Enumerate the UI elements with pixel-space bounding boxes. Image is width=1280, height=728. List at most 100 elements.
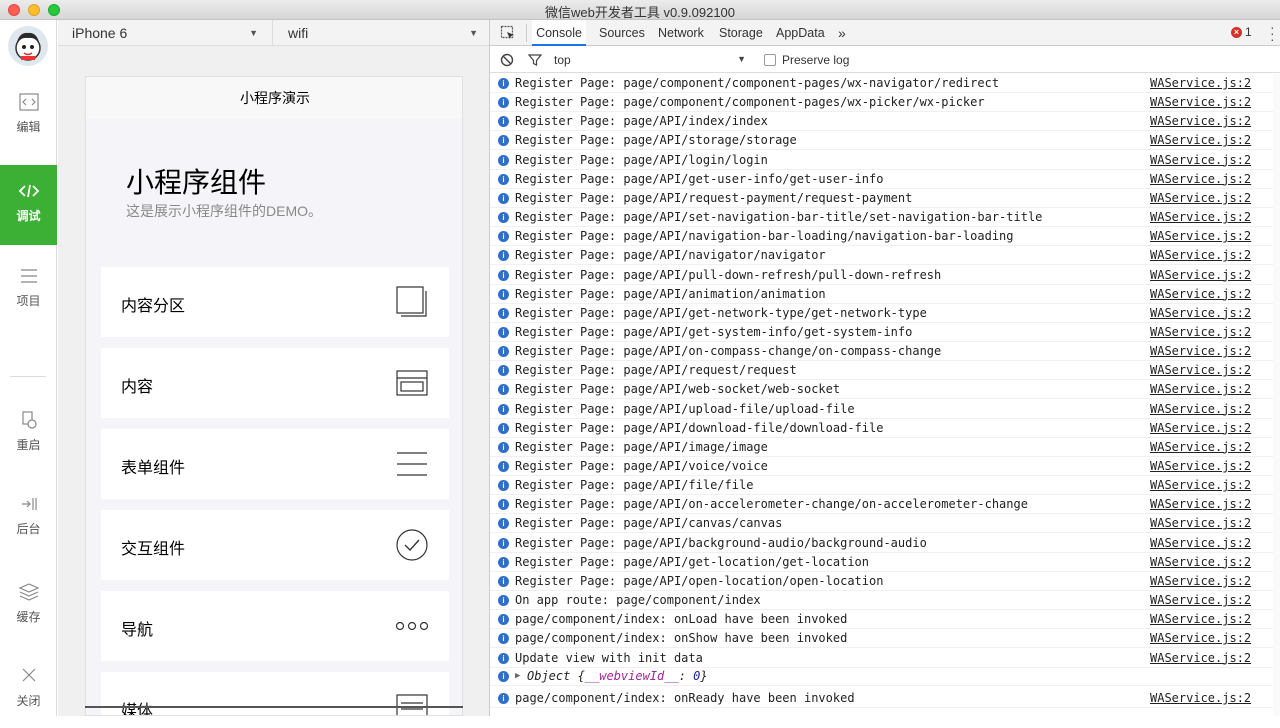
log-row: i Register Page: page/API/request/request… (490, 361, 1280, 381)
sidebar-item-close[interactable]: 关闭 (0, 658, 57, 728)
log-source-link[interactable]: WAService.js:2 (1150, 476, 1251, 495)
log-row: i Register Page: page/API/file/file WAServ… (490, 476, 1280, 496)
log-source-link[interactable]: WAService.js:2 (1150, 131, 1251, 150)
tab-appdata[interactable]: AppData (776, 20, 825, 46)
sidebar-item-edit[interactable]: 编辑 (0, 84, 57, 154)
log-source-link[interactable]: WAService.js:2 (1150, 285, 1251, 304)
background-icon (21, 498, 37, 510)
avatar[interactable] (8, 26, 48, 66)
info-icon: i (498, 441, 509, 453)
info-icon: i (498, 307, 509, 319)
info-icon: i (498, 231, 509, 243)
tab-storage[interactable]: Storage (719, 20, 763, 46)
log-source-link[interactable]: WAService.js:2 (1150, 112, 1251, 131)
log-row: i Register Page: page/API/get-user-info/g… (490, 170, 1280, 189)
log-source-link[interactable]: WAService.js:2 (1150, 361, 1251, 380)
log-source-link[interactable]: WAService.js:2 (1150, 572, 1251, 591)
media-icon (396, 694, 428, 715)
inspect-icon[interactable] (500, 25, 516, 41)
log-source-link[interactable]: WAService.js:2 (1150, 208, 1251, 227)
component-card[interactable]: 表单组件 (101, 429, 449, 499)
network-select[interactable]: wifi ▼ (288, 20, 478, 46)
phone-nav-title: 小程序演示 (86, 77, 462, 119)
log-message: Register Page: page/API/request-payment/… (515, 190, 913, 205)
log-row: i Register Page: page/API/animation/anima… (490, 285, 1280, 304)
sidebar-item-project[interactable]: 项目 (0, 258, 57, 328)
log-source-link[interactable]: WAService.js:2 (1150, 227, 1251, 246)
device-select[interactable]: iPhone 6 ▼ (72, 20, 272, 46)
component-card[interactable]: 交互组件 (101, 510, 449, 580)
log-row: i Register Page: page/API/canvas/canvas WA… (490, 514, 1280, 534)
filter-icon[interactable] (528, 53, 542, 67)
card-label: 交互组件 (121, 541, 186, 558)
log-source-link[interactable]: WAService.js:2 (1150, 93, 1251, 112)
log-row: i Register Page: page/API/upload-file/upl… (490, 400, 1280, 419)
log-source-link[interactable]: WAService.js:2 (1150, 534, 1251, 553)
log-row: i page/component/index: onLoad have been … (490, 610, 1280, 630)
log-source-link[interactable]: WAService.js:2 (1150, 689, 1251, 708)
sidebar-divider (10, 376, 46, 377)
log-message: Register Page: page/API/navigator/naviga… (515, 248, 826, 263)
log-object-row[interactable]: i ▶ Object {__webviewId__: 0} (490, 667, 1280, 686)
log-source-link[interactable]: WAService.js:2 (1150, 304, 1251, 323)
log-source-link[interactable]: WAService.js:2 (1150, 591, 1251, 610)
expand-triangle-icon[interactable]: ▶ (515, 667, 520, 686)
console-scrollbar[interactable] (1273, 74, 1280, 716)
info-icon: i (498, 614, 509, 626)
sidebar-item-background[interactable]: 后台 (0, 486, 57, 556)
log-source-link[interactable]: WAService.js:2 (1150, 438, 1251, 457)
card-label: 内容分区 (121, 298, 186, 315)
info-icon: i (498, 537, 509, 549)
preserve-log-checkbox[interactable] (764, 54, 776, 66)
log-source-link[interactable]: WAService.js:2 (1150, 74, 1251, 93)
log-source-link[interactable]: WAService.js:2 (1150, 323, 1251, 342)
log-message: Register Page: page/API/get-user-info/ge… (515, 171, 884, 186)
info-icon: i (498, 595, 509, 607)
log-source-link[interactable]: WAService.js:2 (1150, 151, 1251, 170)
log-source-link[interactable]: WAService.js:2 (1150, 629, 1251, 648)
more-tabs-button[interactable]: » (838, 20, 846, 46)
log-source-link[interactable]: WAService.js:2 (1150, 495, 1251, 514)
sidebar-item-debug[interactable]: 调试 (0, 165, 57, 245)
sidebar-item-restart[interactable]: 重启 (0, 402, 57, 472)
log-source-link[interactable]: WAService.js:2 (1150, 649, 1251, 668)
log-source-link[interactable]: WAService.js:2 (1150, 610, 1251, 629)
tab-divider (526, 24, 527, 42)
sidebar-item-cache[interactable]: 缓存 (0, 574, 57, 644)
log-source-link[interactable]: WAService.js:2 (1150, 400, 1251, 419)
log-source-link[interactable]: WAService.js:2 (1150, 553, 1251, 572)
log-row: i Register Page: page/API/set-navigation-… (490, 208, 1280, 228)
log-source-link[interactable]: WAService.js:2 (1150, 380, 1251, 399)
component-card[interactable]: 媒体 (101, 672, 449, 715)
toolbar-divider (272, 20, 273, 46)
tab-sources[interactable]: Sources (599, 20, 645, 46)
object-sep: : (678, 669, 694, 683)
log-source-link[interactable]: WAService.js:2 (1150, 514, 1251, 533)
log-source-link[interactable]: WAService.js:2 (1150, 189, 1251, 208)
log-source-link[interactable]: WAService.js:2 (1150, 342, 1251, 361)
log-source-link[interactable]: WAService.js:2 (1150, 419, 1251, 438)
log-source-link[interactable]: WAService.js:2 (1150, 266, 1251, 285)
clear-console-icon[interactable] (500, 53, 514, 67)
window-titlebar: 微信web开发者工具 v0.9.092100 (0, 0, 1280, 20)
context-select[interactable]: top ▼ (554, 47, 752, 73)
info-icon: i (498, 403, 509, 415)
tab-console[interactable]: Console (532, 20, 586, 46)
log-row: i Register Page: page/API/on-acceleromete… (490, 495, 1280, 515)
log-row: i Register Page: page/API/download-file/d… (490, 419, 1280, 438)
component-card[interactable]: 导航 (101, 591, 449, 661)
component-card[interactable]: 内容分区 (101, 267, 449, 337)
info-icon: i (498, 135, 509, 147)
log-source-link[interactable]: WAService.js:2 (1150, 457, 1251, 476)
preserve-log-label: Preserve log (782, 53, 850, 67)
log-source-link[interactable]: WAService.js:2 (1150, 246, 1251, 265)
log-source-link[interactable]: WAService.js:2 (1150, 170, 1251, 189)
content-icon (396, 370, 428, 396)
error-count[interactable]: 1 (1245, 25, 1252, 39)
sidebar-item-label: 重启 (16, 438, 41, 452)
component-card[interactable]: 内容 (101, 348, 449, 418)
more-options-icon[interactable]: · · · (1270, 20, 1275, 46)
log-row: i Register Page: page/API/open-location/o… (490, 572, 1280, 591)
tab-network[interactable]: Network (658, 20, 704, 46)
log-message: Register Page: page/API/get-location/get… (515, 554, 870, 569)
